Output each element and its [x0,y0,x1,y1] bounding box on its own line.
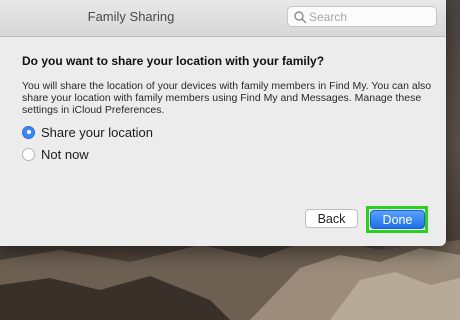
radio-selected-icon[interactable] [22,125,35,139]
option-not-now[interactable]: Not now [22,146,89,162]
search-icon [294,11,307,24]
option-label: Not now [41,146,89,162]
search-placeholder: Search [309,10,348,24]
option-share-location[interactable]: Share your location [22,124,153,140]
back-button[interactable]: Back [305,209,358,228]
dialog-heading: Do you want to share your location with … [22,54,325,68]
radio-unselected-icon[interactable] [22,147,35,161]
family-sharing-window: Family Sharing Search Do you want to sha… [0,0,446,246]
done-button[interactable]: Done [370,210,425,229]
search-field[interactable]: Search [287,6,437,27]
option-label: Share your location [41,124,154,140]
window-title: Family Sharing [87,9,175,24]
title-bar: Family Sharing Search [0,0,446,37]
dialog-description: You will share the location of your devi… [22,80,432,116]
